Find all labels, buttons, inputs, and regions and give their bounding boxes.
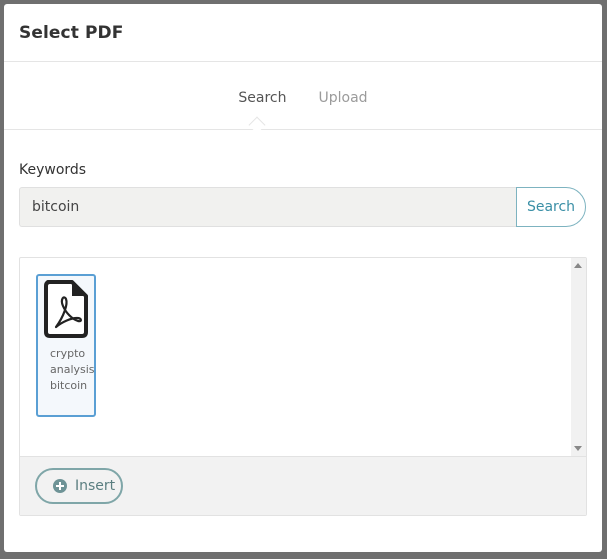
results-panel: crypto analysis bitcoin Insert [19,257,587,516]
file-name-line: crypto [50,347,86,360]
select-pdf-dialog: Select PDF Search Upload Keywords Search… [4,4,602,552]
keywords-label: Keywords [19,162,87,178]
scroll-down-arrow-icon[interactable] [574,446,582,451]
plus-circle-icon [53,479,67,493]
file-name-line: bitcoin [50,379,88,392]
scrollbar[interactable] [571,258,586,456]
keywords-input[interactable] [19,187,516,227]
search-button[interactable]: Search [516,187,586,227]
file-name-line: analysis [50,363,95,376]
results-footer: Insert [20,456,586,515]
tab-search[interactable]: Search [238,90,286,106]
dialog-header: Select PDF [4,4,602,62]
tab-upload[interactable]: Upload [319,90,368,106]
scroll-up-arrow-icon[interactable] [574,263,582,268]
insert-label: Insert [75,478,116,494]
active-tab-indicator [248,116,266,134]
tab-bar: Search Upload [4,62,602,134]
results-scroll-area[interactable]: crypto analysis bitcoin [20,258,586,456]
pdf-file-icon [44,280,88,342]
insert-button[interactable]: Insert [35,468,123,504]
file-name: crypto analysis bitcoin [50,346,100,394]
dialog-title: Select PDF [19,22,124,43]
pdf-file-tile[interactable]: crypto analysis bitcoin [36,274,96,417]
search-row: Search [19,187,586,227]
